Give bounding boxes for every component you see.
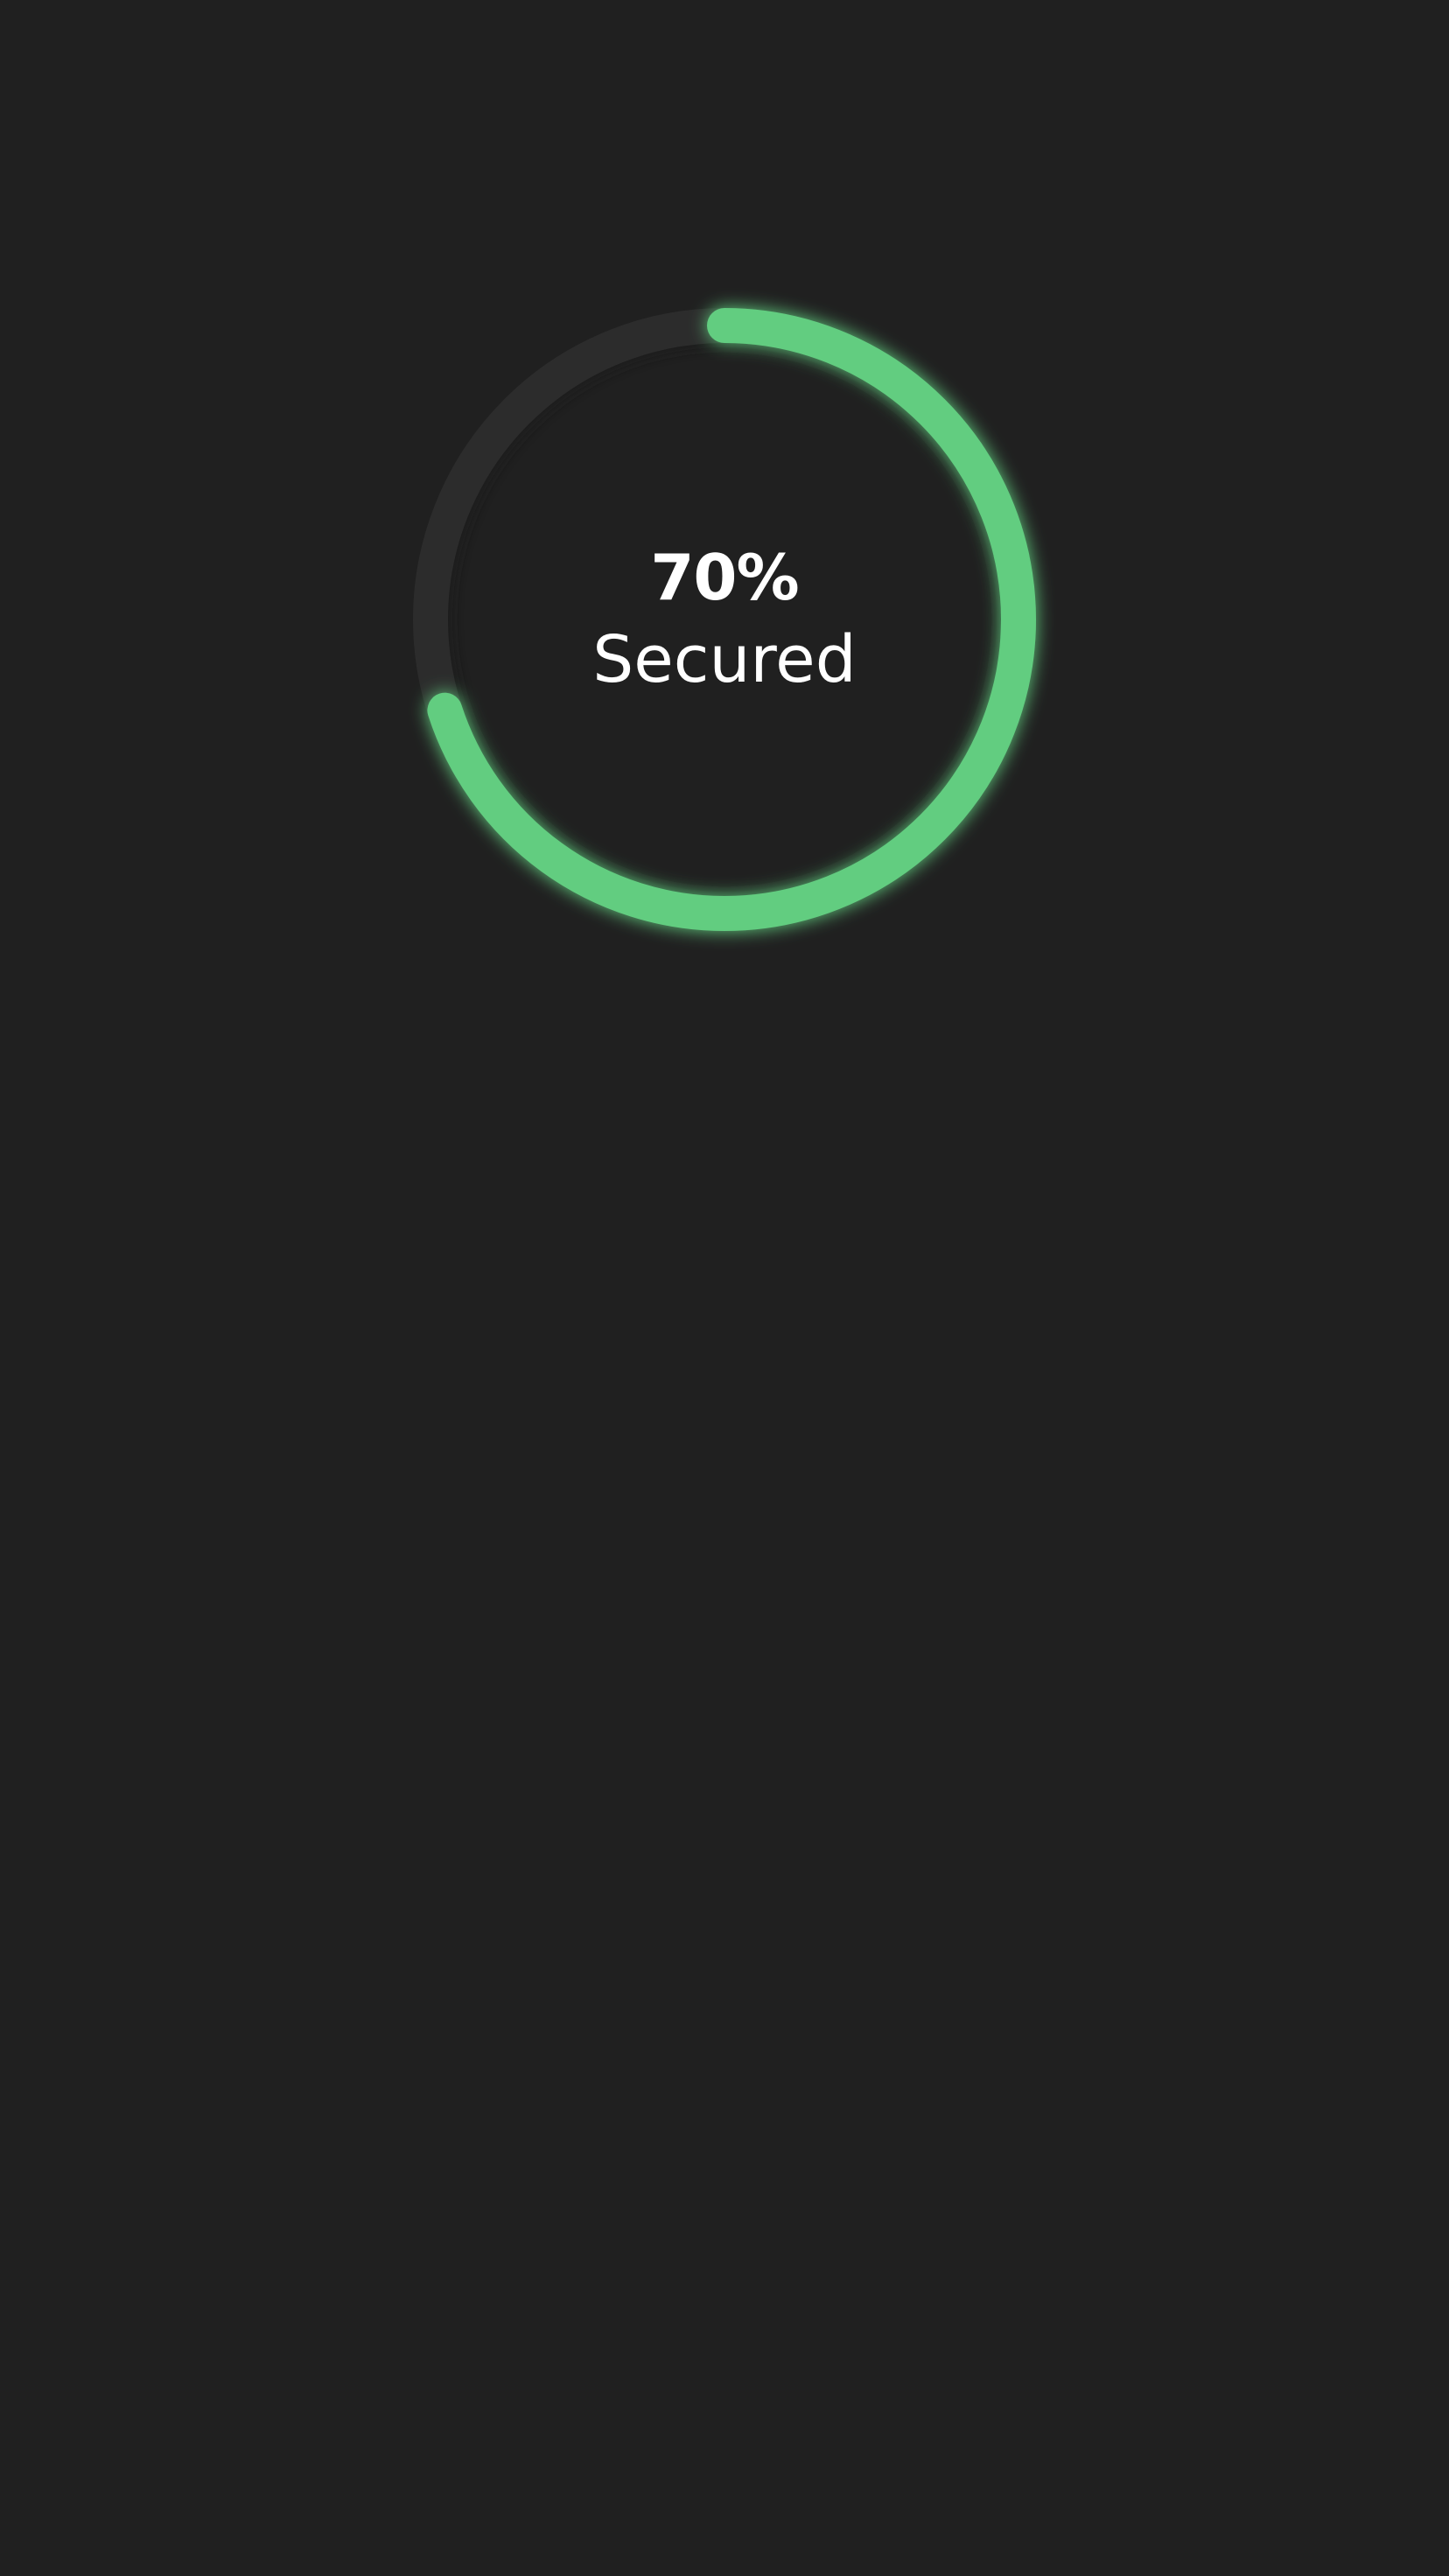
progress-caption: Secured bbox=[592, 622, 857, 697]
progress-percentage: 70% bbox=[650, 541, 799, 614]
progress-label: 70% Secured bbox=[411, 306, 1038, 933]
security-progress-ring: 70% Secured bbox=[411, 306, 1038, 933]
screen: 70% Secured bbox=[0, 0, 1449, 2576]
